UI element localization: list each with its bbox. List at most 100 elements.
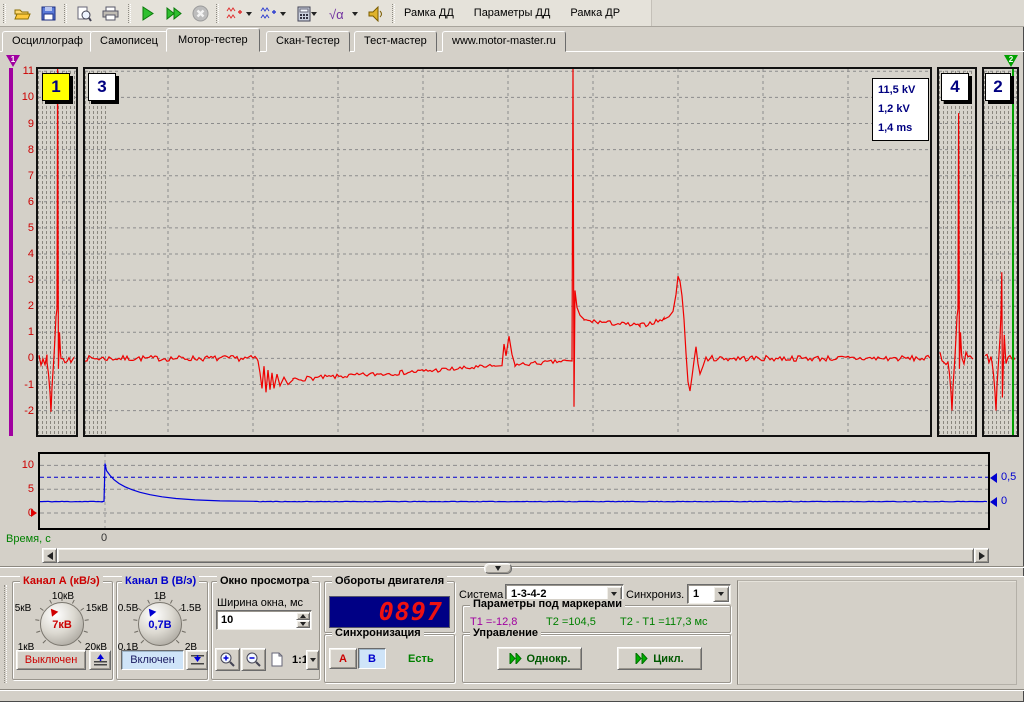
channel-b-title: Канал В (В/э) (122, 576, 199, 587)
play-icon (141, 6, 155, 21)
menu-item[interactable]: Рамка ДР (570, 7, 620, 20)
formula-glyph: √α (329, 7, 344, 22)
tab-1[interactable]: Осциллограф (2, 31, 93, 52)
y-tick-label: 6 (8, 196, 34, 208)
knob-b-scale-label: 0.5В (114, 603, 142, 614)
overview-y-tick-label: 10 (14, 459, 34, 471)
menu-item[interactable]: Рамка ДД (404, 7, 454, 20)
channel-b-power-button[interactable]: Включен (121, 650, 184, 670)
info-kv-burn: 1,2 kV (878, 100, 928, 119)
run-cycle-button[interactable] (162, 2, 186, 25)
baseline-marker-icon[interactable] (990, 497, 997, 507)
zoom-out-button[interactable] (241, 648, 266, 671)
zoom-in-button[interactable] (215, 648, 240, 671)
sound-button[interactable] (364, 2, 388, 25)
printer-icon (102, 6, 119, 21)
channel-a-position-button[interactable] (89, 650, 111, 670)
channel-b-wave-button[interactable] (258, 2, 288, 25)
spin-down-icon (300, 622, 306, 626)
time-zero-label: 0 (101, 532, 107, 544)
cylinder-chip-4[interactable]: 4 (941, 73, 969, 101)
save-floppy-icon (41, 6, 56, 21)
print-button[interactable] (98, 2, 122, 25)
speaker-icon (368, 6, 384, 22)
window-width-label: Ширина окна, мс (217, 597, 303, 609)
baseline-value-label: 0 (1001, 495, 1007, 507)
channel-a-wave-button[interactable] (224, 2, 254, 25)
marker-flag-2[interactable]: 2 (1004, 55, 1018, 67)
formula-icon: √α (328, 6, 352, 22)
y-tick-label: 8 (8, 144, 34, 156)
dropdown-caret-icon (311, 12, 317, 16)
scroll-right-button[interactable] (974, 548, 989, 563)
tab-2[interactable]: Самописец (90, 31, 168, 52)
tab-6[interactable]: www.motor-master.ru (442, 31, 566, 52)
tab-3[interactable]: Мотор-тестер (166, 28, 260, 52)
cylinder-chip-2[interactable]: 2 (985, 73, 1011, 101)
scrollbar-thumb[interactable] (57, 548, 974, 563)
spin-up-button[interactable] (296, 612, 310, 620)
fast-forward-icon (166, 6, 183, 21)
threshold-marker-icon[interactable] (990, 473, 997, 483)
channel-a-title: Канал А (кВ/э) (20, 576, 103, 587)
rpm-title: Обороты двигателя (332, 576, 447, 587)
app-window: √α Рамка ДД Параметры ДД Рамка ДР Осциллог… (0, 0, 1024, 702)
y-tick-label: -2 (8, 405, 34, 417)
run-single-button[interactable]: Однокр. (497, 647, 582, 670)
y-tick-label: 1 (8, 326, 34, 338)
spin-down-button[interactable] (296, 620, 310, 628)
channel-a-value: 7кВ (40, 619, 84, 631)
dropdown-caret-icon (352, 12, 358, 16)
time-axis-label: Время, с (6, 533, 51, 545)
channel-b-position-button[interactable] (186, 650, 208, 670)
knob-a-scale-label: 15кВ (80, 603, 114, 614)
save-button[interactable] (36, 2, 60, 25)
toolbar-separator (392, 4, 395, 23)
sync-select-value: 1 (693, 588, 699, 600)
window-width-spinbox[interactable]: 10 (216, 610, 312, 630)
sync-channel-b-button[interactable]: В (358, 648, 386, 669)
marker-t2-value: T2 =104,5 (546, 616, 596, 628)
zoom-ratio-dropdown-button[interactable] (306, 650, 319, 670)
formula-button[interactable]: √α (326, 2, 360, 25)
run-cycle-button-2[interactable]: Цикл. (617, 647, 702, 670)
time-scrollbar[interactable] (42, 548, 989, 563)
y-tick-label: 2 (8, 300, 34, 312)
window-width-value: 10 (221, 614, 233, 626)
calculator-button[interactable] (292, 2, 322, 25)
sync-select-dropdown-button[interactable] (713, 586, 729, 602)
new-view-button[interactable] (267, 648, 287, 671)
menu-item[interactable]: Параметры ДД (474, 7, 551, 20)
toolbar-grip[interactable] (3, 4, 6, 23)
tab-bar: ОсциллографСамописецМотор-тестер Скан-Тес… (0, 28, 1024, 52)
collapse-panel-button[interactable] (484, 563, 512, 574)
print-preview-button[interactable] (72, 2, 96, 25)
y-tick-label: 9 (8, 118, 34, 130)
knob-a-scale-label: 1кВ (12, 642, 40, 653)
knob-a-scale-label: 20кВ (78, 642, 114, 653)
scroll-left-button[interactable] (42, 548, 57, 563)
cylinder-chip-3[interactable]: 3 (88, 73, 116, 101)
toolbar-separator (216, 4, 219, 23)
run-button[interactable] (136, 2, 160, 25)
channel-a-power-button[interactable]: Выключен (16, 650, 86, 670)
tab-5[interactable]: Тест-мастер (354, 31, 437, 52)
open-button[interactable] (10, 2, 34, 25)
calculator-icon (297, 6, 311, 22)
run-cycle-icon (635, 653, 648, 664)
page-icon (271, 652, 283, 667)
y-tick-label: 3 (8, 274, 34, 286)
marker-line-green[interactable] (1012, 69, 1014, 435)
sync-title: Синхронизация (332, 628, 424, 639)
run-cycle-label: Цикл. (653, 653, 683, 665)
panel-grip[interactable] (4, 585, 7, 683)
red-waveform-icon (226, 6, 246, 21)
sync-channel-a-button[interactable]: А (329, 648, 357, 669)
waveform-cyl4 (939, 69, 975, 435)
stop-button[interactable] (188, 2, 212, 25)
y-tick-label: -1 (8, 379, 34, 391)
sync-select-combobox[interactable]: 1 (687, 584, 731, 604)
dropdown-caret-icon (310, 658, 316, 662)
cylinder-chip-1[interactable]: 1 (42, 73, 70, 101)
tab-4[interactable]: Скан-Тестер (266, 31, 350, 52)
